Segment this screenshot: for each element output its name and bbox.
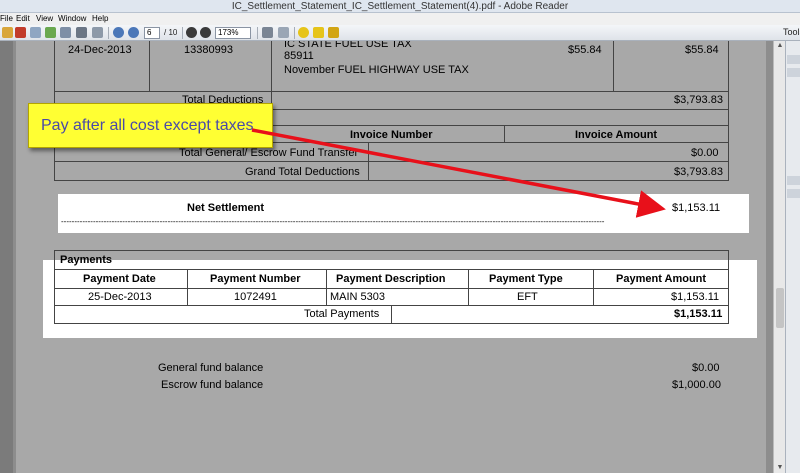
menu-bar: File Edit View Window Help bbox=[0, 13, 800, 25]
fuel-total: $55.84 bbox=[685, 44, 719, 56]
payment-number-header: Payment Number bbox=[210, 273, 301, 285]
col-divider bbox=[368, 143, 369, 162]
navigation-pane bbox=[0, 41, 13, 473]
invoice-amount-header: Invoice Amount bbox=[575, 129, 658, 141]
title-bar: IC_Settlement_Statement_IC_Settlement_St… bbox=[0, 0, 800, 13]
comment-icon[interactable] bbox=[298, 27, 309, 38]
escrow-transfer-label: Total General/ Escrow Fund Transfer bbox=[179, 147, 359, 159]
previous-page-icon[interactable] bbox=[113, 27, 124, 38]
total-payments-label: Total Payments bbox=[304, 308, 380, 320]
zoom-in-icon[interactable] bbox=[200, 27, 211, 38]
net-settlement-label: Net Settlement bbox=[187, 202, 265, 214]
menu-help[interactable]: Help bbox=[92, 13, 108, 25]
zoom-level-field[interactable]: 173% bbox=[215, 27, 251, 39]
col-divider bbox=[504, 126, 505, 143]
payments-title: Payments bbox=[60, 254, 112, 266]
tools-pane-button[interactable]: Tools bbox=[783, 27, 800, 37]
window-title: IC_Settlement_Statement_IC_Settlement_St… bbox=[231, 1, 569, 12]
tools-panel-section[interactable] bbox=[787, 68, 800, 77]
row-divider bbox=[54, 269, 729, 270]
invoice-number-header: Invoice Number bbox=[350, 129, 433, 141]
create-pdf-icon[interactable] bbox=[2, 27, 13, 38]
toolbar: 6 / 10 173% bbox=[0, 25, 800, 41]
col-divider bbox=[613, 41, 614, 92]
save-icon[interactable] bbox=[60, 27, 71, 38]
payment-date: 25-Dec-2013 bbox=[88, 291, 152, 303]
fuel-date: 24-Dec-2013 bbox=[68, 44, 132, 56]
vertical-scrollbar[interactable]: ▲ ▼ bbox=[773, 41, 785, 473]
callout-note[interactable]: Pay after all cost except taxes bbox=[28, 103, 273, 148]
menu-edit[interactable]: Edit bbox=[16, 13, 30, 25]
fit-width-icon[interactable] bbox=[278, 27, 289, 38]
payment-amount: $1,153.11 bbox=[671, 291, 720, 303]
print-icon[interactable] bbox=[76, 27, 87, 38]
dashed-separator: ----------------------------------------… bbox=[61, 217, 605, 226]
toolbar-separator bbox=[257, 27, 258, 39]
escrow-fund-label: Escrow fund balance bbox=[161, 379, 264, 391]
col-divider bbox=[187, 269, 188, 305]
menu-window[interactable]: Window bbox=[58, 13, 86, 25]
total-payments-value: $1,153.11 bbox=[674, 308, 723, 320]
col-divider bbox=[391, 305, 392, 324]
fuel-desc-3: November FUEL HIGHWAY USE TAX bbox=[284, 64, 469, 76]
acrobat-icon[interactable] bbox=[15, 27, 26, 38]
callout-text: Pay after all cost except taxes bbox=[41, 117, 254, 134]
zoom-out-icon[interactable] bbox=[186, 27, 197, 38]
invoice-header-row bbox=[271, 126, 729, 143]
fit-page-icon[interactable] bbox=[262, 27, 273, 38]
page-number-input[interactable]: 6 bbox=[144, 27, 160, 39]
net-settlement-value: $1,153.11 bbox=[672, 202, 721, 214]
payment-amount-header: Payment Amount bbox=[616, 273, 707, 285]
email-icon[interactable] bbox=[92, 27, 103, 38]
tools-panel bbox=[785, 41, 800, 473]
menu-view[interactable]: View bbox=[36, 13, 53, 25]
menu-file[interactable]: File bbox=[0, 13, 13, 25]
col-divider bbox=[593, 269, 594, 305]
total-deductions-value: $3,793.83 bbox=[674, 94, 723, 106]
edit-document-icon[interactable] bbox=[30, 27, 41, 38]
scrollbar-thumb[interactable] bbox=[776, 288, 784, 328]
highlight-icon[interactable] bbox=[328, 27, 339, 38]
page-total: / 10 bbox=[164, 28, 178, 37]
fuel-desc-2: 85911 bbox=[284, 50, 314, 62]
col-divider bbox=[468, 269, 469, 305]
payment-description-header: Payment Description bbox=[336, 273, 446, 285]
toolbar-separator bbox=[108, 27, 109, 39]
tools-panel-section[interactable] bbox=[787, 189, 800, 198]
payment-type-header: Payment Type bbox=[489, 273, 563, 285]
grand-total-row bbox=[54, 162, 729, 181]
toolbar-separator bbox=[182, 27, 183, 39]
row-divider bbox=[54, 288, 729, 289]
fuel-number: 13380993 bbox=[184, 44, 233, 56]
general-fund-value: $0.00 bbox=[692, 362, 720, 374]
col-divider bbox=[326, 269, 327, 305]
escrow-transfer-value: $0.00 bbox=[691, 147, 719, 159]
grand-total-value: $3,793.83 bbox=[674, 166, 723, 178]
toolbar-separator bbox=[294, 27, 295, 39]
tools-panel-section[interactable] bbox=[787, 176, 800, 185]
grand-total-label: Grand Total Deductions bbox=[245, 166, 360, 178]
general-fund-label: General fund balance bbox=[158, 362, 264, 374]
net-settlement-highlight bbox=[58, 194, 749, 233]
col-divider bbox=[368, 162, 369, 181]
next-page-icon[interactable] bbox=[128, 27, 139, 38]
payment-description: MAIN 5303 bbox=[330, 291, 386, 303]
col-divider bbox=[271, 41, 272, 92]
fuel-amount: $55.84 bbox=[568, 44, 602, 56]
payment-type: EFT bbox=[517, 291, 538, 303]
payment-date-header: Payment Date bbox=[83, 273, 156, 285]
col-divider bbox=[149, 41, 150, 92]
payment-number: 1072491 bbox=[234, 291, 277, 303]
share-icon[interactable] bbox=[45, 27, 56, 38]
tools-panel-section[interactable] bbox=[787, 55, 800, 64]
sticky-note-icon[interactable] bbox=[313, 27, 324, 38]
escrow-fund-value: $1,000.00 bbox=[672, 379, 721, 391]
